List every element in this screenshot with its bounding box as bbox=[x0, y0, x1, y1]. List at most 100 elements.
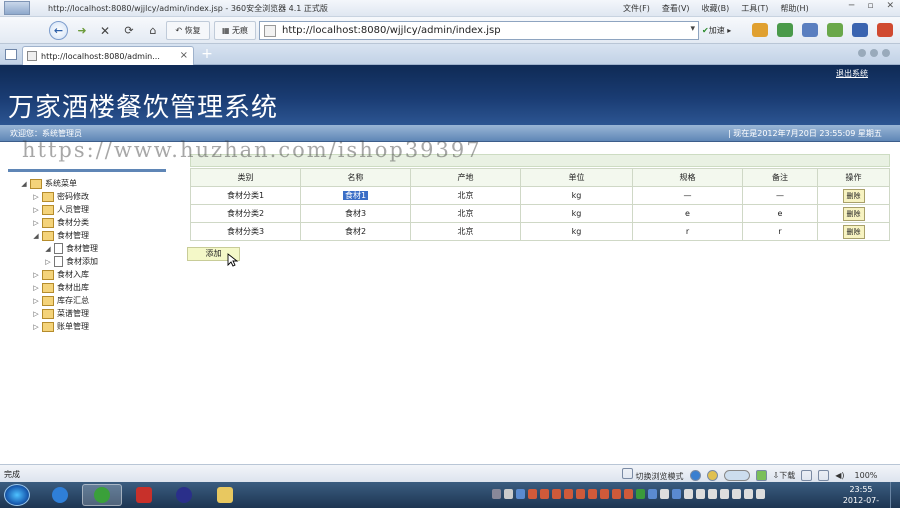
download-button[interactable]: ⇩下载 bbox=[773, 470, 796, 481]
tab-active[interactable]: http://localhost:8080/admin... × bbox=[22, 46, 194, 65]
sidebar-item-bill-management[interactable]: ▷ 账单管理 bbox=[32, 320, 89, 333]
minimize-icon[interactable]: ─ bbox=[849, 1, 854, 11]
image-icon[interactable] bbox=[755, 469, 767, 481]
stop-button[interactable]: ✕ bbox=[97, 21, 113, 40]
tray-icon[interactable] bbox=[684, 489, 693, 499]
expanded-triangle-icon[interactable]: ◢ bbox=[20, 180, 28, 188]
sidebar-item-stock-in[interactable]: ▷ 食材入库 bbox=[32, 268, 89, 281]
switch-mode-button[interactable]: 切换浏览模式 bbox=[622, 468, 684, 482]
tree-root[interactable]: ◢ 系统菜单 bbox=[20, 177, 77, 190]
tray-icon[interactable] bbox=[744, 489, 753, 499]
taskbar-eclipse[interactable] bbox=[164, 484, 204, 506]
collapsed-triangle-icon[interactable]: ▷ bbox=[32, 323, 40, 331]
tab-close-icon[interactable]: × bbox=[180, 50, 188, 61]
tray-icon[interactable] bbox=[732, 489, 741, 499]
start-button[interactable] bbox=[4, 484, 30, 506]
puzzle-icon[interactable] bbox=[877, 23, 893, 37]
sidebar-item-staff[interactable]: ▷ 人员管理 bbox=[32, 203, 89, 216]
sidebar-subitem-ingredient-add[interactable]: ▷ 食材添加 bbox=[44, 255, 98, 268]
sidebar-item-ingredient-management[interactable]: ◢ 食材管理 bbox=[32, 229, 89, 242]
delete-button[interactable]: 删除 bbox=[842, 206, 865, 221]
tray-icon[interactable] bbox=[600, 489, 609, 499]
menu-view[interactable]: 查看(V) bbox=[662, 3, 690, 14]
refresh-button[interactable]: ⟳ bbox=[121, 21, 137, 40]
toggle-icon[interactable] bbox=[723, 469, 750, 481]
sidebar-item-menu-management[interactable]: ▷ 菜谱管理 bbox=[32, 307, 89, 320]
tab-list-icon[interactable] bbox=[5, 49, 17, 60]
tray-icon[interactable] bbox=[660, 489, 669, 499]
menu-file[interactable]: 文件(F) bbox=[623, 3, 650, 14]
tray-icon[interactable] bbox=[492, 489, 501, 499]
tray-icon[interactable] bbox=[612, 489, 621, 499]
address-url[interactable]: http://localhost:8080/wjjlcy/admin/index… bbox=[282, 25, 501, 36]
collapsed-triangle-icon[interactable]: ▷ bbox=[32, 219, 40, 227]
delete-button[interactable]: 删除 bbox=[842, 224, 865, 239]
tray-icon[interactable] bbox=[552, 489, 561, 499]
menu-help[interactable]: 帮助(H) bbox=[780, 3, 808, 14]
tray-icon[interactable] bbox=[672, 489, 681, 499]
tray-icon[interactable] bbox=[588, 489, 597, 499]
taskbar-ie[interactable] bbox=[40, 484, 80, 506]
page-icon[interactable] bbox=[801, 469, 813, 481]
sidebar-item-ingredient-category[interactable]: ▷ 食材分类 bbox=[32, 216, 89, 229]
maximize-icon[interactable]: ▫ bbox=[867, 1, 873, 11]
sidebar-subitem-ingredient-management[interactable]: ◢ 食材管理 bbox=[44, 242, 98, 255]
tray-icon[interactable] bbox=[720, 489, 729, 499]
tray-icon[interactable] bbox=[564, 489, 573, 499]
chevron-down-icon[interactable]: ▾ bbox=[690, 24, 695, 34]
menu-tools[interactable]: 工具(T) bbox=[741, 3, 768, 14]
collapsed-triangle-icon[interactable]: ▷ bbox=[32, 206, 40, 214]
incognito-button[interactable]: ▦ 无痕 bbox=[214, 21, 256, 40]
cube-icon[interactable] bbox=[752, 23, 768, 37]
sidebar-item-password[interactable]: ▷ 密码修改 bbox=[32, 190, 89, 203]
taskbar-clock[interactable]: 23:55 2012-07-20 bbox=[838, 484, 884, 508]
tray-icon[interactable] bbox=[756, 489, 765, 499]
collapsed-triangle-icon[interactable]: ▷ bbox=[32, 193, 40, 201]
logout-link[interactable]: 退出系统 bbox=[836, 68, 868, 79]
tray-icon[interactable] bbox=[504, 489, 513, 499]
taskbar-explorer[interactable] bbox=[205, 484, 245, 506]
expanded-triangle-icon[interactable]: ◢ bbox=[32, 232, 40, 240]
tray-icon[interactable] bbox=[516, 489, 525, 499]
tab-prev-icon[interactable] bbox=[858, 49, 866, 57]
restore-button[interactable]: ↶ 恢复 bbox=[166, 21, 210, 40]
taskbar-app-red[interactable] bbox=[124, 484, 164, 506]
tray-icon[interactable] bbox=[708, 489, 717, 499]
tab-menu-icon[interactable] bbox=[882, 49, 890, 57]
taskbar-360-browser[interactable] bbox=[82, 484, 122, 506]
collapsed-triangle-icon[interactable]: ▷ bbox=[32, 310, 40, 318]
tray-icon[interactable] bbox=[696, 489, 705, 499]
cell-origin: 北京 bbox=[410, 186, 521, 205]
ie-icon[interactable] bbox=[689, 469, 701, 481]
menu-favorites[interactable]: 收藏(B) bbox=[702, 3, 730, 14]
tray-icon[interactable] bbox=[648, 489, 657, 499]
collapsed-triangle-icon[interactable]: ▷ bbox=[32, 271, 40, 279]
new-tab-button[interactable]: + bbox=[199, 46, 215, 62]
home-button[interactable]: ⌂ bbox=[145, 21, 161, 40]
grid-icon[interactable] bbox=[777, 23, 793, 37]
show-desktop-button[interactable] bbox=[890, 482, 900, 508]
back-button[interactable]: ← bbox=[49, 21, 68, 40]
collapsed-triangle-icon[interactable]: ▷ bbox=[32, 284, 40, 292]
tray-icon[interactable] bbox=[576, 489, 585, 499]
speed-button[interactable]: ✔加速 ▸ bbox=[702, 25, 731, 36]
bookmark-icon[interactable] bbox=[852, 23, 868, 37]
globe-icon[interactable] bbox=[802, 23, 818, 37]
globe-icon[interactable] bbox=[706, 469, 718, 481]
tray-icon[interactable] bbox=[528, 489, 537, 499]
close-window-icon[interactable]: ✕ bbox=[886, 1, 894, 11]
collapsed-triangle-icon[interactable]: ▷ bbox=[32, 297, 40, 305]
delete-button[interactable]: 删除 bbox=[842, 188, 865, 203]
sidebar-item-stock-out[interactable]: ▷ 食材出库 bbox=[32, 281, 89, 294]
volume-icon[interactable]: ◀) bbox=[835, 471, 844, 480]
address-bar[interactable]: http://localhost:8080/wjjlcy/admin/index… bbox=[259, 21, 699, 40]
tray-icon[interactable] bbox=[624, 489, 633, 499]
tray-icon[interactable] bbox=[540, 489, 549, 499]
shield-icon[interactable] bbox=[827, 23, 843, 37]
tray-icon[interactable] bbox=[636, 489, 645, 499]
screenshot-icon[interactable] bbox=[818, 469, 830, 481]
zoom-level[interactable]: 100% bbox=[855, 471, 878, 480]
tab-next-icon[interactable] bbox=[870, 49, 878, 57]
sidebar-item-inventory-summary[interactable]: ▷ 库存汇总 bbox=[32, 294, 89, 307]
forward-button[interactable]: ➜ bbox=[71, 21, 93, 40]
